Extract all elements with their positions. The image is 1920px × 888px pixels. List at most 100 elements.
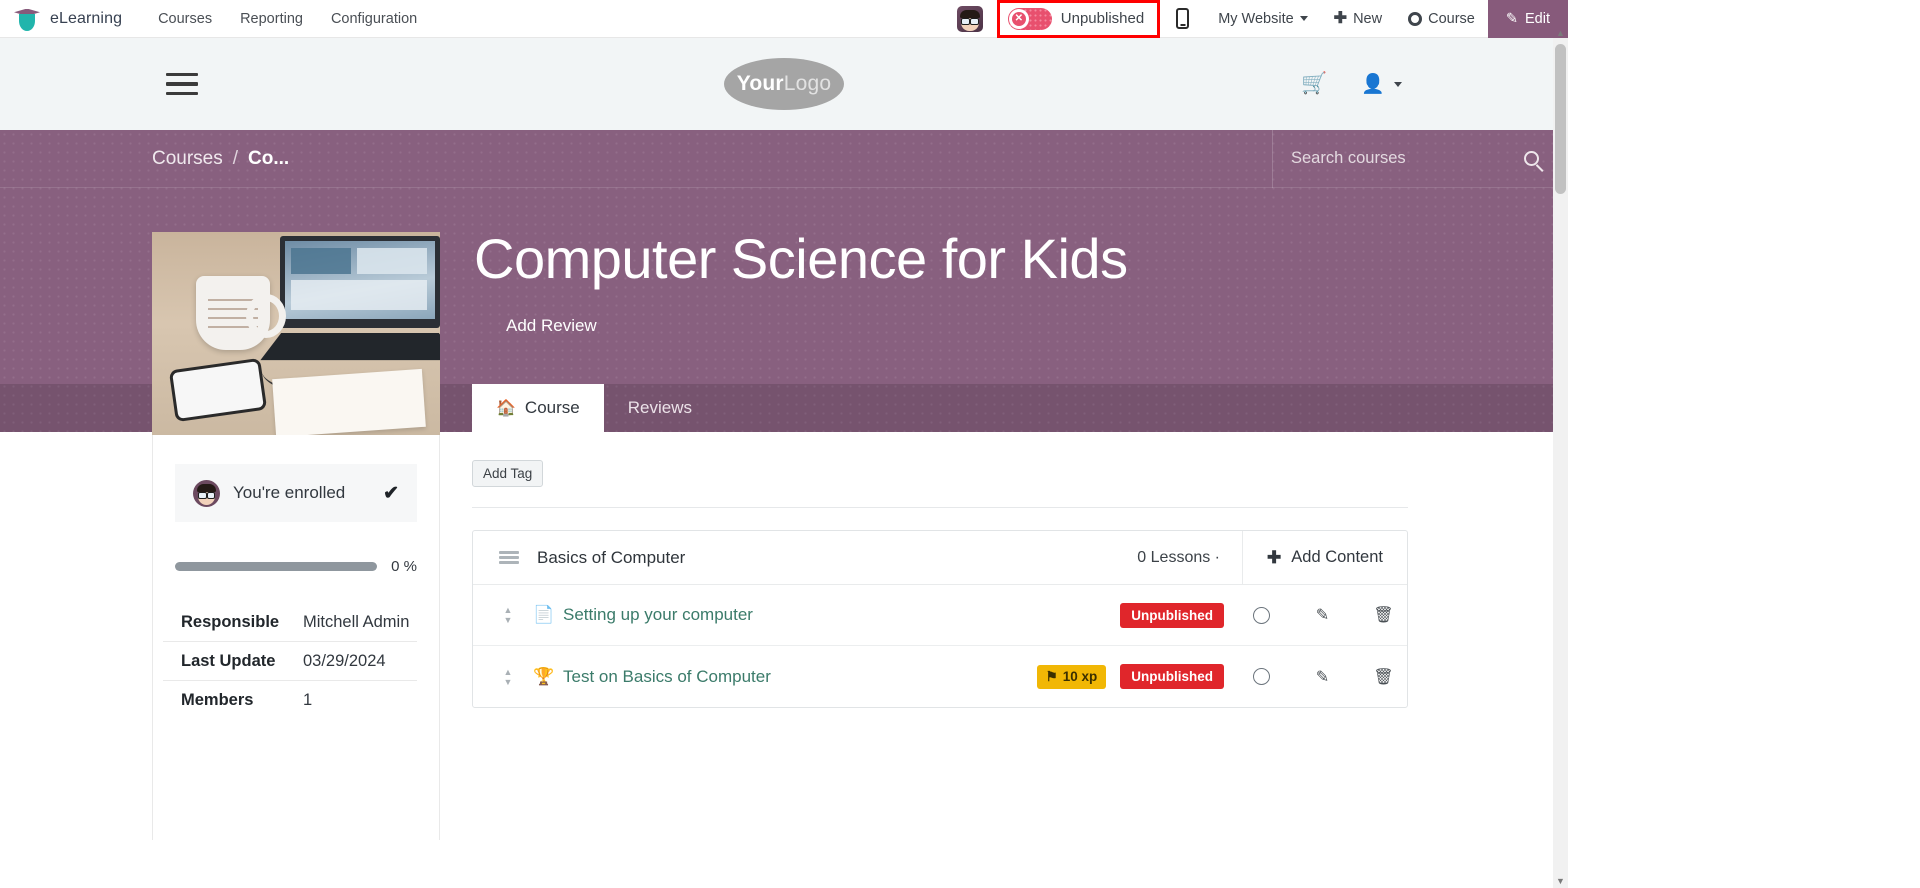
info-row-last-update: Last Update 03/29/2024 (163, 642, 417, 681)
backend-nav: Courses Reporting Configuration (144, 3, 431, 35)
info-row-members: Members 1 (163, 681, 417, 720)
enrolled-label: You're enrolled (233, 483, 346, 502)
info-key: Last Update (181, 651, 276, 670)
search-box (1272, 129, 1568, 188)
lesson-delete-button[interactable]: 🗑 (1360, 605, 1407, 625)
trash-icon: 🗑 (1373, 607, 1394, 624)
search-icon (1523, 151, 1539, 166)
nav-item-configuration[interactable]: Configuration (317, 3, 431, 35)
xp-badge-label: 10 xp (1062, 669, 1098, 684)
breadcrumb-bar: Courses / Co... (0, 129, 1568, 188)
scroll-up-icon[interactable]: ▲ (1556, 28, 1565, 38)
my-website-menu[interactable]: My Website (1205, 11, 1320, 27)
drag-handle-icon[interactable] (499, 551, 519, 564)
publish-status-label: Unpublished (1060, 10, 1145, 27)
new-button[interactable]: ✚ New (1321, 9, 1395, 27)
course-body: You're enrolled ✔ 0 % Responsible Mitche… (0, 432, 1568, 840)
progress-bar (175, 562, 378, 571)
website-header-right: 🛒 👤 (1301, 72, 1568, 96)
add-content-label: Add Content (1291, 548, 1383, 566)
divider (472, 507, 1408, 508)
lesson-toggle[interactable] (1238, 668, 1285, 685)
lesson-row: ▲ ▼ 🏆 Test on Basics of Computer ⚑ 10 xp … (473, 646, 1407, 707)
section-lesson-count: 0 Lessons · (1137, 548, 1221, 566)
mobile-icon[interactable] (1176, 8, 1190, 29)
website-header: YourLogo 🛒 👤 (0, 38, 1568, 130)
add-tag-button[interactable]: Add Tag (472, 460, 544, 487)
plus-icon: ✚ (1333, 9, 1348, 27)
backend-topbar-right: ✕ Unpublished My Website ✚ New Course ✎ (956, 0, 1568, 38)
circle-icon (1253, 606, 1270, 624)
section-title: Basics of Computer (537, 547, 686, 567)
x-circle-icon: ✕ (1011, 11, 1026, 26)
scrollbar-thumb[interactable] (1555, 44, 1566, 194)
user-icon: 👤 (1361, 74, 1385, 95)
nav-item-courses[interactable]: Courses (144, 3, 226, 35)
xp-badge: ⚑ 10 xp (1036, 664, 1107, 689)
logo-logo: Logo (783, 72, 832, 95)
document-icon: 📄 (533, 605, 555, 624)
edit-label: Edit (1525, 10, 1550, 27)
tag-row: Add Tag (472, 432, 1568, 487)
lesson-row-actions: ⚑ 10 xp Unpublished ✎ 🗑 (1036, 664, 1407, 689)
avatar[interactable] (956, 5, 983, 32)
lesson-delete-button[interactable]: 🗑 (1360, 667, 1407, 687)
sort-handle-icon[interactable]: ▲ ▼ (499, 667, 517, 686)
chevron-down-icon (1299, 16, 1308, 21)
tab-course[interactable]: 🏠 Course (472, 384, 604, 432)
page-title: Computer Science for Kids (474, 227, 1128, 290)
search-button[interactable] (1508, 130, 1554, 188)
lesson-title[interactable]: Setting up your computer (563, 605, 753, 625)
publish-toggle[interactable]: ✕ (1007, 7, 1052, 30)
course-menu[interactable]: Course (1395, 11, 1488, 27)
breadcrumb-item-current: Co... (248, 147, 290, 169)
brand-label: eLearning (50, 9, 123, 27)
chevron-down-icon (1394, 81, 1402, 87)
breadcrumb-item-courses[interactable]: Courses (152, 148, 223, 170)
lesson-edit-button[interactable]: ✎ (1299, 605, 1346, 625)
site-logo[interactable]: YourLogo (724, 58, 844, 110)
breadcrumb: Courses / Co... (0, 148, 289, 170)
info-value: 03/29/2024 (303, 651, 386, 670)
course-thumbnail (152, 232, 440, 435)
add-content-button[interactable]: ✚ Add Content (1242, 530, 1407, 585)
page-scrollbar[interactable]: ▲ ▼ (1553, 28, 1568, 888)
course-info-list: Responsible Mitchell Admin Last Update 0… (163, 603, 417, 720)
plus-icon: ✚ (1267, 547, 1282, 567)
status-badge: Unpublished (1120, 602, 1224, 628)
progress-row: 0 % (175, 558, 417, 575)
backend-topbar: eLearning Courses Reporting Configuratio… (0, 0, 1568, 38)
publish-toggle-highlight[interactable]: ✕ Unpublished (996, 0, 1161, 38)
status-badge: Unpublished (1120, 664, 1224, 689)
sort-handle-icon[interactable]: ▲ ▼ (499, 606, 517, 625)
graduation-cap-icon (14, 6, 40, 32)
flag-icon: ⚑ (1045, 668, 1058, 684)
tab-reviews[interactable]: Reviews (604, 384, 716, 432)
lesson-toggle[interactable] (1238, 606, 1285, 624)
logo-your: Your (736, 72, 784, 95)
pencil-icon: ✎ (1505, 10, 1518, 27)
lesson-title[interactable]: Test on Basics of Computer (563, 667, 771, 687)
user-menu[interactable]: 👤 (1361, 72, 1402, 96)
lesson-row: ▲ ▼ 📄 Setting up your computer Unpublishe… (473, 585, 1407, 646)
cart-icon[interactable]: 🛒 (1301, 72, 1327, 96)
course-label: Course (1428, 10, 1475, 27)
trash-icon: 🗑 (1373, 668, 1394, 686)
brand[interactable]: eLearning (0, 6, 122, 32)
section-header: Basics of Computer 0 Lessons · ✚ Add Con… (473, 530, 1407, 585)
search-input[interactable] (1273, 149, 1508, 168)
progress-percent: 0 % (391, 558, 417, 575)
hamburger-icon[interactable] (166, 73, 198, 95)
lesson-edit-button[interactable]: ✎ (1299, 667, 1346, 687)
nav-item-reporting[interactable]: Reporting (226, 3, 317, 35)
tab-course-label: Course (524, 398, 580, 417)
app-root: eLearning Courses Reporting Configuratio… (0, 0, 1568, 888)
tab-reviews-label: Reviews (627, 398, 692, 417)
gear-icon (1408, 11, 1423, 26)
add-review-button[interactable]: Add Review (506, 316, 597, 336)
logo-text: YourLogo (737, 72, 832, 96)
scroll-down-icon[interactable]: ▼ (1556, 876, 1565, 886)
avatar (193, 479, 220, 507)
circle-icon (1253, 668, 1270, 685)
course-section-card: Basics of Computer 0 Lessons · ✚ Add Con… (472, 530, 1408, 708)
